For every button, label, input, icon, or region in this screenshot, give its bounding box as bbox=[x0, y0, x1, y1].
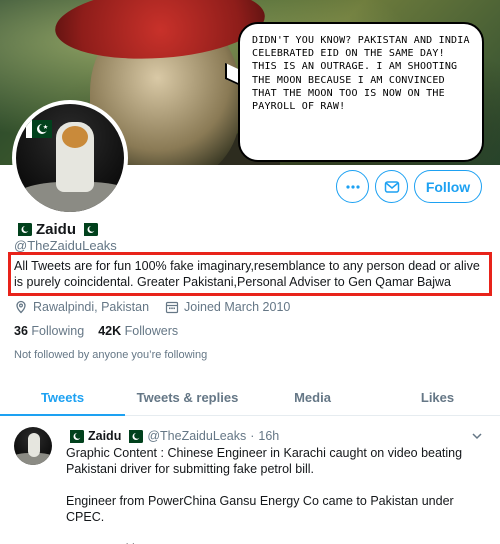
tweet-avatar-astronaut bbox=[28, 433, 40, 457]
pakistan-flag-icon bbox=[66, 429, 84, 443]
pakistan-flag-icon bbox=[14, 222, 32, 236]
tweet-text: Graphic Content : Chinese Engineer in Ka… bbox=[66, 446, 463, 544]
profile-joined-date: Joined March 2010 bbox=[184, 300, 291, 314]
tab-likes[interactable]: Likes bbox=[375, 380, 500, 415]
profile-bio: All Tweets are for fun 100% fake imagina… bbox=[14, 259, 480, 289]
following-count: 36 bbox=[14, 324, 28, 338]
pakistan-flag-icon bbox=[26, 120, 52, 138]
envelope-icon bbox=[384, 180, 399, 193]
avatar-visor bbox=[62, 126, 88, 148]
tab-tweets-and-replies[interactable]: Tweets & replies bbox=[125, 380, 250, 415]
speech-bubble: Didn't you know? Pakistan and India cele… bbox=[238, 22, 484, 162]
tab-tweets[interactable]: Tweets bbox=[0, 380, 125, 416]
tweet-timestamp[interactable]: 16h bbox=[258, 429, 279, 443]
location-pin-icon bbox=[16, 300, 26, 314]
follow-button[interactable]: Follow bbox=[414, 170, 482, 203]
pakistan-flag-icon bbox=[125, 429, 144, 443]
profile-location: Rawalpindi, Pakistan bbox=[33, 300, 150, 314]
pakistan-flag-icon bbox=[80, 222, 98, 236]
more-icon bbox=[345, 184, 360, 189]
tab-media[interactable]: Media bbox=[250, 380, 375, 415]
followers-label: Followers bbox=[124, 324, 179, 338]
profile-handle: @TheZaiduLeaks bbox=[14, 238, 117, 253]
tweet-avatar[interactable] bbox=[14, 427, 52, 465]
calendar-icon bbox=[165, 301, 179, 314]
message-button[interactable] bbox=[375, 170, 408, 203]
tweet-author-handle[interactable]: @TheZaiduLeaks bbox=[147, 429, 246, 443]
profile-meta: Rawalpindi, Pakistan Joined March 2010 bbox=[14, 300, 290, 314]
profile-display-name: Zaidu bbox=[36, 220, 76, 238]
chevron-down-icon[interactable] bbox=[470, 429, 484, 443]
tweet-header: Zaidu @TheZaiduLeaks · 16h bbox=[66, 429, 279, 443]
profile-tabs: Tweets Tweets & replies Media Likes bbox=[0, 380, 500, 416]
tweet-separator: · bbox=[250, 429, 255, 443]
following-link[interactable]: 36 Following bbox=[14, 324, 84, 338]
profile-avatar[interactable] bbox=[12, 100, 128, 216]
followers-link[interactable]: 42K Followers bbox=[98, 324, 178, 338]
profile-name-row: Zaidu bbox=[14, 219, 98, 239]
more-options-button[interactable] bbox=[336, 170, 369, 203]
tweet-author-name[interactable]: Zaidu bbox=[88, 429, 121, 443]
not-followed-notice: Not followed by anyone you’re following bbox=[14, 349, 208, 361]
tweet-item[interactable]: Zaidu @TheZaiduLeaks · 16h Graphic Conte… bbox=[0, 417, 500, 544]
follow-stats: 36 Following 42K Followers bbox=[14, 324, 178, 338]
following-label: Following bbox=[31, 324, 85, 338]
followers-count: 42K bbox=[98, 324, 122, 338]
